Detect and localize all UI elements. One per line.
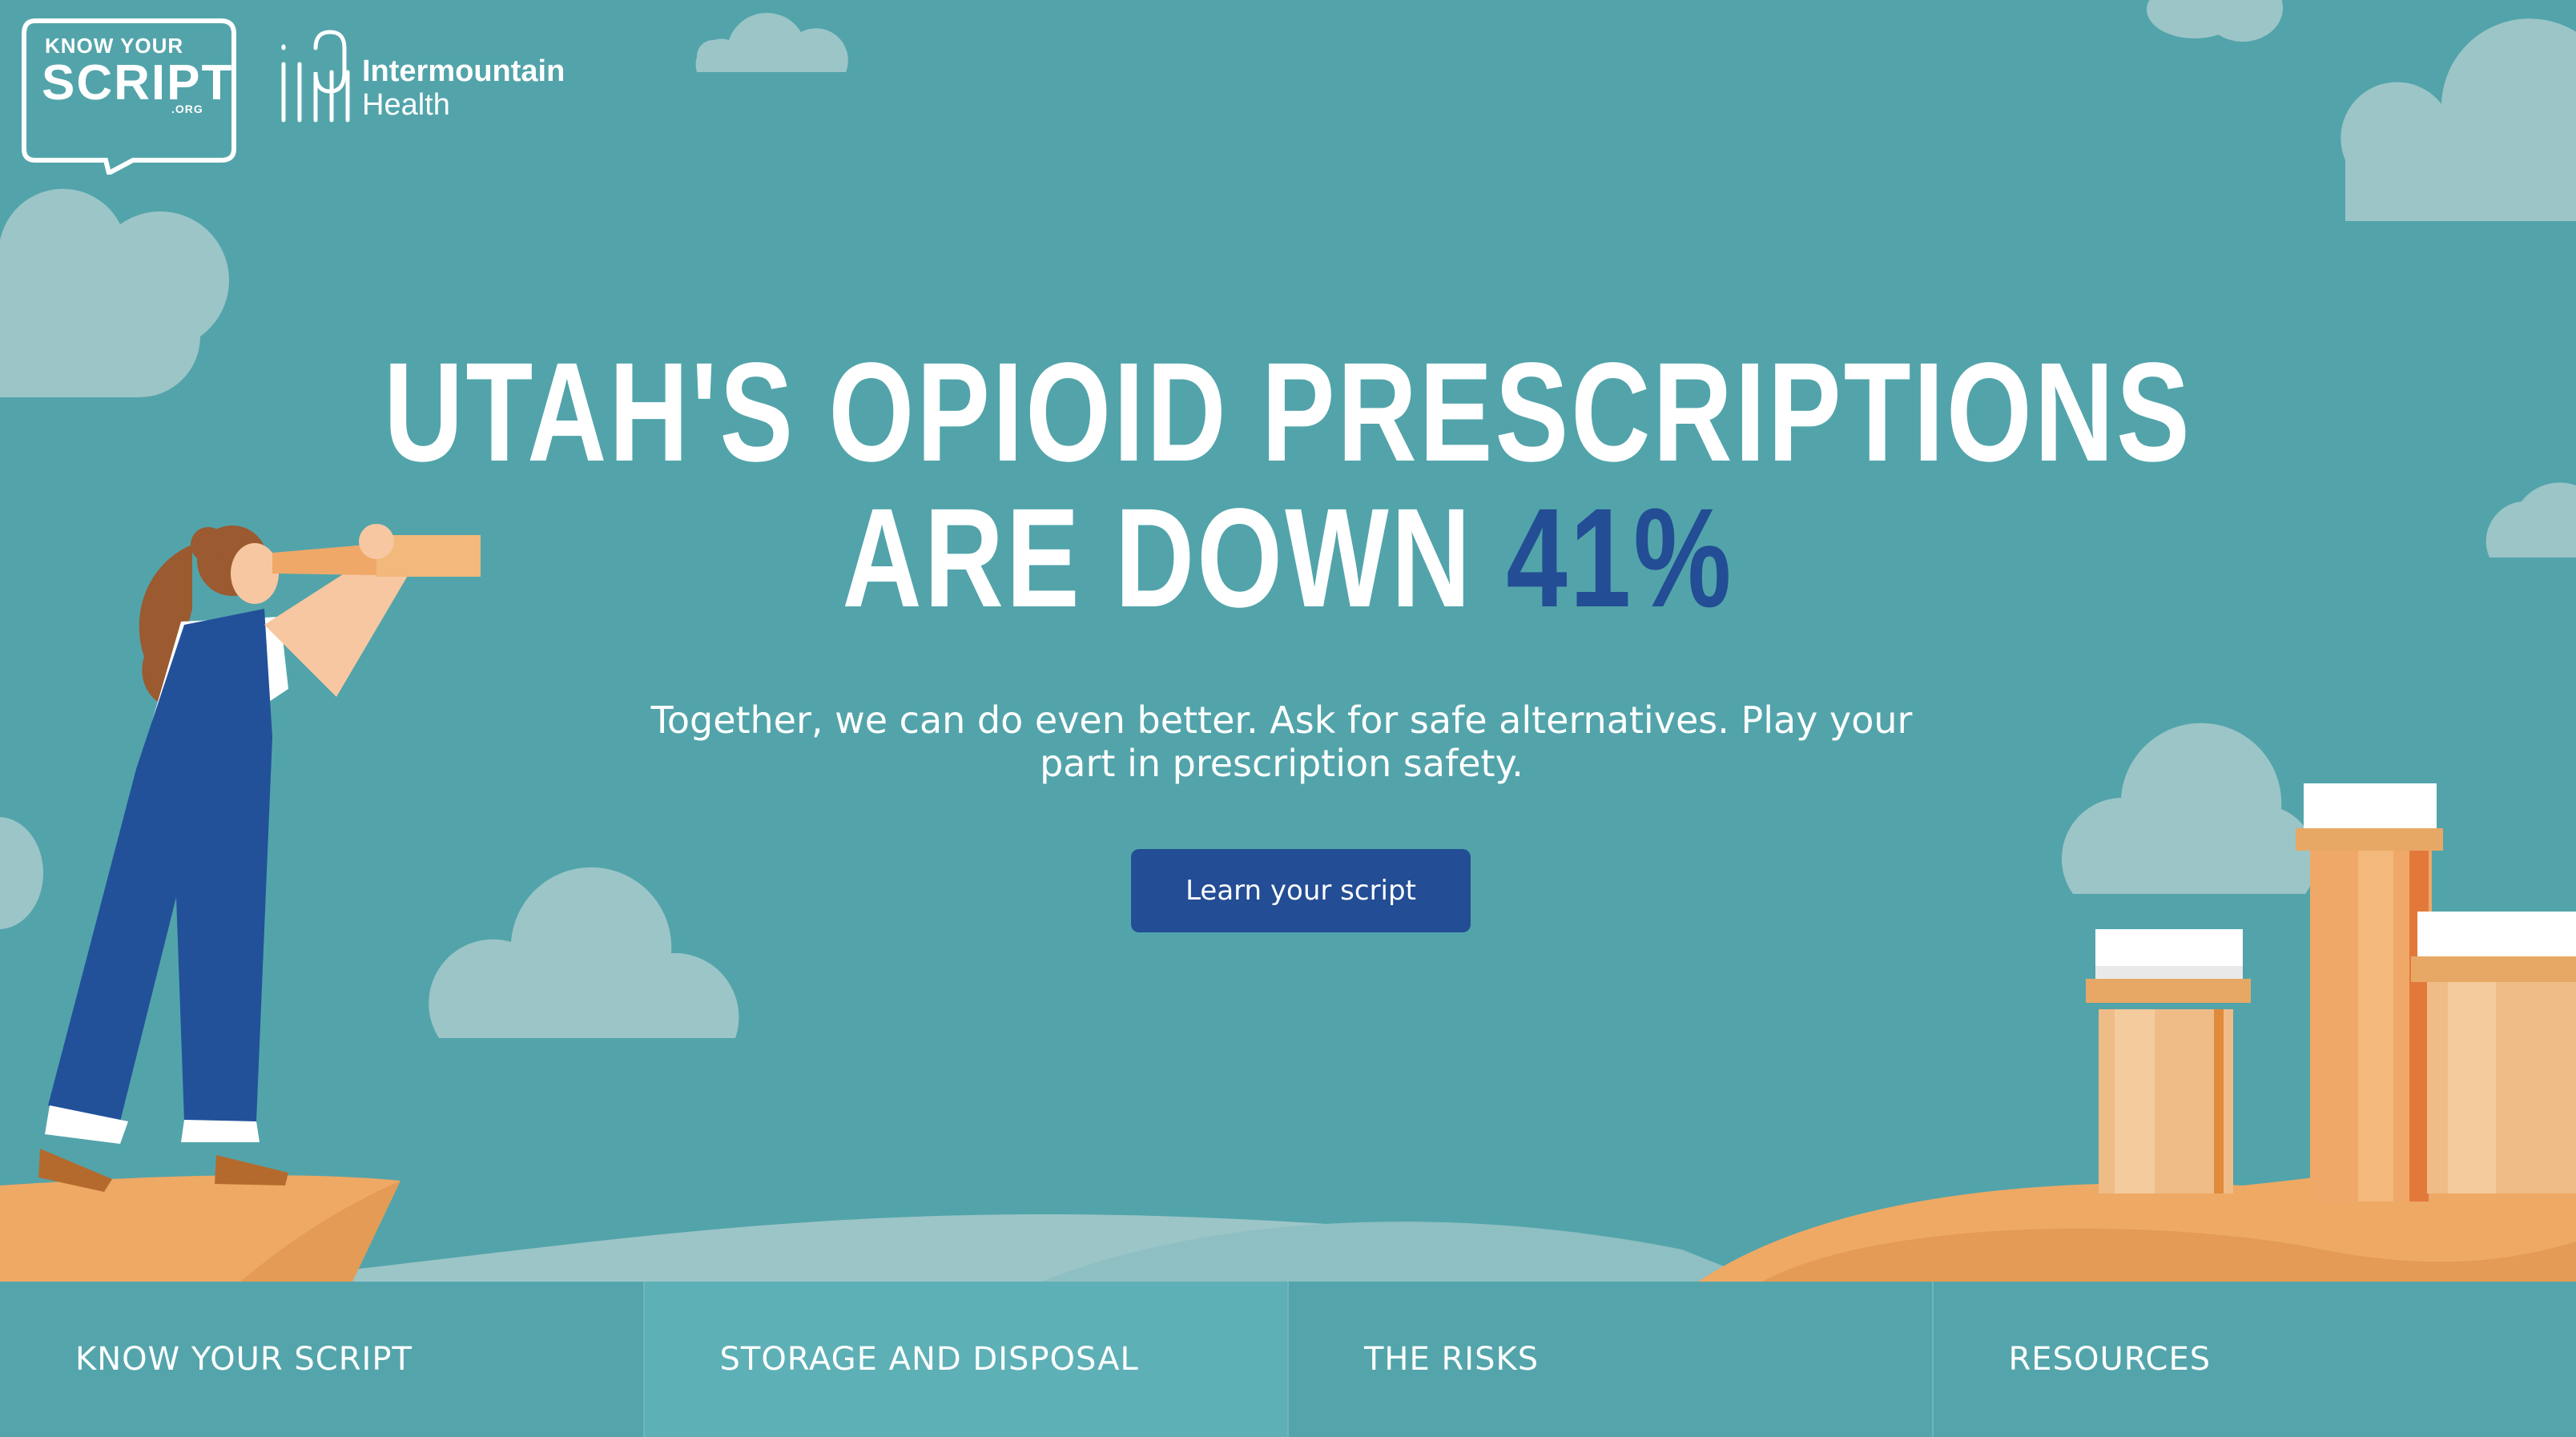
- headline-line1: UTAH'S OPIOID PRESCRIPTIONS: [384, 334, 2192, 491]
- cloud-icon: [429, 867, 739, 1038]
- headline-highlight: 41%: [1506, 480, 1734, 637]
- cloud-icon: [2061, 723, 2316, 894]
- partner-sub: Health: [362, 88, 450, 122]
- hero-section: KNOW YOUR SCRIPT .ORG Intermountain Heal…: [0, 0, 2576, 1282]
- headline-line2-prefix: ARE DOWN: [842, 480, 1474, 637]
- nav-item-resources[interactable]: RESOURCES: [1934, 1282, 2576, 1437]
- cloud-icon: [2485, 482, 2576, 557]
- page-title: UTAH'S OPIOID PRESCRIPTIONS ARE DOWN 41%: [284, 340, 2292, 631]
- cloud-icon: [2147, 0, 2283, 42]
- cloud-icon: [0, 188, 230, 397]
- nav-item-know-your-script[interactable]: KNOW YOUR SCRIPT: [0, 1282, 645, 1437]
- nav-item-the-risks[interactable]: THE RISKS: [1289, 1282, 1934, 1437]
- pill-bottle-icon: [2411, 912, 2576, 1193]
- bottom-nav: KNOW YOUR SCRIPT STORAGE AND DISPOSAL TH…: [0, 1282, 2576, 1437]
- cloud-icon: [0, 817, 44, 929]
- cloud-icon: [2341, 18, 2576, 221]
- cloud-icon: [695, 13, 848, 72]
- learn-your-script-button[interactable]: Learn your script: [1131, 849, 1471, 932]
- pill-bottle-icon: [2296, 783, 2443, 1202]
- pill-bottle-icon: [2086, 929, 2251, 1193]
- nav-item-storage-and-disposal[interactable]: STORAGE AND DISPOSAL: [644, 1282, 1289, 1437]
- header-logos: KNOW YOUR SCRIPT .ORG Intermountain Heal…: [21, 18, 598, 178]
- kys-logo-org-text: .ORG: [171, 103, 203, 115]
- intermountain-logo[interactable]: [268, 24, 356, 128]
- kys-logo-main-text: SCRIPT: [42, 55, 234, 111]
- partner-name: Intermountain: [362, 54, 566, 88]
- hero-subtext: Together, we can do even better. Ask for…: [650, 698, 1913, 785]
- hero-illustration: [0, 0, 2576, 1282]
